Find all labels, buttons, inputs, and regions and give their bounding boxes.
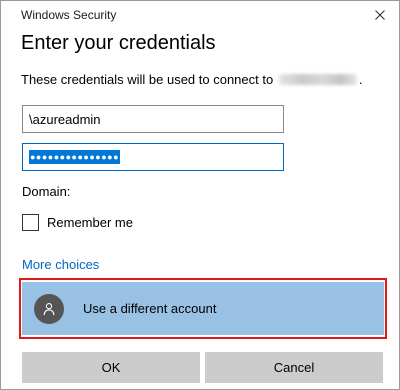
title-bar: Windows Security <box>1 1 399 29</box>
remember-me-label: Remember me <box>47 215 133 230</box>
username-value: \azureadmin <box>29 111 101 127</box>
password-value: ●●●●●●●●●●●●●●● <box>29 150 121 164</box>
redacted-host <box>278 74 357 85</box>
description-text: These credentials will be used to connec… <box>21 72 274 87</box>
description-suffix: . <box>358 72 363 87</box>
more-choices-link[interactable]: More choices <box>22 257 99 272</box>
remember-me-checkbox[interactable]: Remember me <box>22 214 133 231</box>
dialog-heading: Enter your credentials <box>21 32 216 54</box>
credentials-dialog: Windows Security Enter your credentials … <box>0 0 400 390</box>
connection-description: These credentials will be used to connec… <box>21 72 362 87</box>
ok-button[interactable]: OK <box>22 352 200 383</box>
password-field[interactable]: ●●●●●●●●●●●●●●● <box>22 143 284 171</box>
close-button[interactable] <box>367 3 393 27</box>
username-field[interactable]: \azureadmin <box>22 105 284 133</box>
cancel-button[interactable]: Cancel <box>205 352 383 383</box>
highlight-annotation <box>19 278 387 339</box>
checkbox-box[interactable] <box>22 214 39 231</box>
close-icon <box>375 10 385 20</box>
window-title: Windows Security <box>21 8 117 22</box>
domain-label: Domain: <box>22 184 71 199</box>
